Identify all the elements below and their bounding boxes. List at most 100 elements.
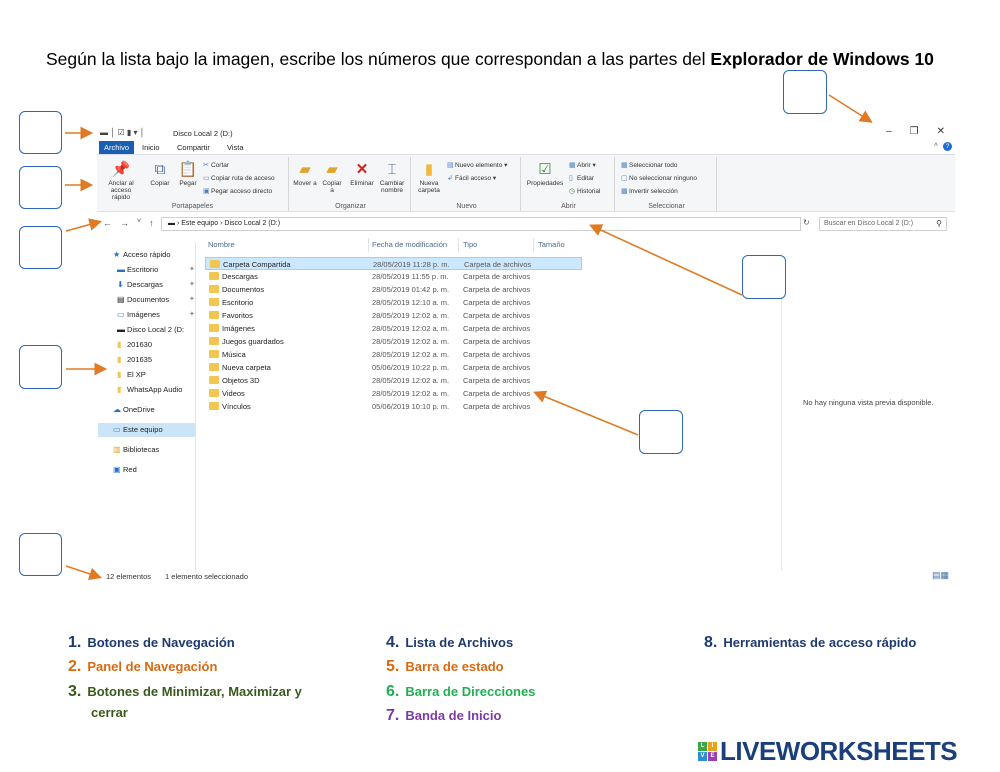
maximize-button[interactable]: ❐	[910, 126, 919, 137]
nav-item-downloads[interactable]: ⬇ Descargas ✦	[117, 280, 195, 289]
column-header-date[interactable]: Fecha de modificación	[372, 240, 447, 249]
address-bar[interactable]: ▬ › Este equipo › Disco Local 2 (D:)	[161, 217, 801, 231]
copy-to-button[interactable]: ▰ Copiar a	[320, 161, 344, 194]
file-date: 05/06/2019 10:10 p. m.	[372, 402, 450, 411]
nav-item-onedrive[interactable]: ☁ OneDrive	[113, 405, 155, 414]
edit-button[interactable]: ▯ Editar	[569, 174, 594, 182]
answer-box-nav-pane[interactable]	[19, 345, 62, 389]
nav-label: Este equipo	[123, 425, 163, 434]
answer-box-nav-buttons[interactable]	[19, 226, 62, 269]
nav-item-network[interactable]: ▣ Red	[113, 465, 137, 474]
answer-box-window-controls[interactable]	[783, 70, 827, 114]
close-button[interactable]: ✕	[937, 126, 945, 137]
select-all-button[interactable]: ▦Seleccionar todo	[621, 161, 677, 169]
column-header-size[interactable]: Tamaño	[538, 240, 565, 249]
file-row[interactable]: Imágenes 28/05/2019 12:02 a. m. Carpeta de…	[205, 322, 582, 335]
file-date: 28/05/2019 12:02 a. m.	[372, 376, 450, 385]
chevron-up-icon[interactable]: ˄	[934, 142, 938, 149]
forward-arrow-icon[interactable]: →	[120, 218, 129, 228]
tab-inicio[interactable]: Inicio	[137, 141, 165, 154]
nav-item-this-pc[interactable]: ▭ Este equipo	[98, 423, 195, 437]
column-divider	[533, 238, 534, 252]
file-type: Carpeta de archivos	[463, 272, 531, 281]
quick-access-toolbar[interactable]: ▬ │ ☑ ▮ ▾ │	[100, 128, 145, 137]
copy-path-button[interactable]: ▭Copiar ruta de acceso	[203, 174, 275, 182]
answer-box-status-bar[interactable]	[19, 533, 62, 576]
up-arrow-icon[interactable]: ↑	[149, 218, 154, 228]
open-button[interactable]: ▦Abrir ▾	[569, 161, 596, 169]
copy-to-icon: ▰	[326, 161, 338, 178]
navigation-pane: ★ Acceso rápido ▬ Escritorio ✦ ⬇ Descargas ✦ …	[97, 242, 195, 572]
folder-icon	[209, 337, 219, 345]
nav-item-201630[interactable]: ▮ 201630	[117, 340, 152, 349]
legend-number: 5.	[386, 658, 400, 675]
shortcut-icon: ▣	[203, 188, 210, 195]
file-row[interactable]: Favoritos 28/05/2019 12:02 a. m. Carpeta d…	[205, 309, 582, 322]
file-row[interactable]: Vínculos 05/06/2019 10:10 p. m. Carpeta de…	[205, 400, 582, 413]
folder-icon: ▮	[117, 385, 122, 394]
tab-archivo[interactable]: Archivo	[99, 141, 135, 154]
file-row[interactable]: Nueva carpeta 05/06/2019 10:22 p. m. Carpe…	[205, 361, 582, 374]
large-icons-view-icon[interactable]: ▦	[940, 570, 949, 580]
answer-box-quick-access[interactable]	[19, 111, 62, 154]
minimize-button[interactable]: –	[886, 126, 892, 137]
copy-button[interactable]: ⧉ Copiar	[147, 161, 173, 187]
answer-box-address-bar[interactable]	[742, 255, 786, 299]
nav-item-libraries[interactable]: ▥ Bibliotecas	[113, 445, 159, 454]
paste-shortcut-button[interactable]: ▣Pegar acceso directo	[203, 187, 272, 195]
computer-icon: ▭	[113, 425, 121, 434]
file-row[interactable]: Música 28/05/2019 12:02 a. m. Carpeta de a…	[205, 348, 582, 361]
easy-access-button[interactable]: ↲ Fácil acceso ▾	[447, 174, 496, 182]
nav-item-201635[interactable]: ▮ 201635	[117, 355, 152, 364]
nav-item-quick-access[interactable]: ★ Acceso rápido	[113, 250, 171, 259]
file-type: Carpeta de archivos	[463, 389, 531, 398]
column-header-name[interactable]: Nombre	[208, 240, 235, 249]
select-none-button[interactable]: ▢No seleccionar ninguno	[621, 174, 697, 182]
nav-label: Escritorio	[127, 265, 159, 274]
legend-item-3-line2: cerrar	[91, 705, 128, 720]
scissors-icon: ✂	[203, 162, 209, 169]
folder-icon: ▮	[117, 355, 122, 364]
column-header-type[interactable]: Tipo	[463, 240, 477, 249]
legend-text: Lista de Archivos	[405, 635, 514, 650]
invert-selection-button[interactable]: ▩Invertir selección	[621, 187, 678, 195]
file-row[interactable]: Objetos 3D 28/05/2019 12:02 a. m. Carpeta …	[205, 374, 582, 387]
answer-box-ribbon[interactable]	[19, 166, 62, 209]
file-row[interactable]: Videos 28/05/2019 12:02 a. m. Carpeta de a…	[205, 387, 582, 400]
paste-button[interactable]: 📋 Pegar	[175, 161, 201, 187]
move-to-button[interactable]: ▰ Mover a	[293, 161, 317, 187]
ribbon-inicio: 📌 Anclar al acceso rápido ⧉ Copiar 📋 Pegar …	[97, 154, 955, 212]
nav-item-desktop[interactable]: ▬ Escritorio ✦	[117, 265, 195, 274]
status-item-count: 12 elementos	[106, 572, 152, 581]
new-item-button[interactable]: ▤Nuevo elemento ▾	[447, 161, 507, 169]
file-row[interactable]: Documentos 28/05/2019 01:42 p. m. Carpeta …	[205, 283, 582, 296]
file-row[interactable]: Carpeta Compartida 28/05/2019 11:28 p. m.…	[205, 257, 582, 270]
new-folder-button[interactable]: ▮ Nueva carpeta	[415, 161, 443, 194]
tab-vista[interactable]: Vista	[222, 141, 249, 154]
help-icon[interactable]: ?	[943, 142, 952, 151]
file-row[interactable]: Descargas 28/05/2019 11:55 p. m. Carpeta d…	[205, 270, 582, 283]
tab-compartir[interactable]: Compartir	[172, 141, 215, 154]
answer-box-file-list[interactable]	[639, 410, 683, 454]
search-input[interactable]: Buscar en Disco Local 2 (D:) ⚲	[819, 217, 947, 231]
file-row[interactable]: Escritorio 28/05/2019 12:10 a. m. Carpeta …	[205, 296, 582, 309]
cut-button[interactable]: ✂ Cortar	[203, 161, 229, 169]
nav-item-whatsapp-audio[interactable]: ▮ WhatsApp Audio	[117, 385, 182, 394]
move-to-label: Mover a	[293, 180, 317, 187]
recent-chevron-icon[interactable]: ˅	[137, 218, 141, 228]
legend-item-1: 1. Botones de Navegación	[68, 634, 235, 652]
image-icon: ▭	[117, 310, 125, 319]
rename-button[interactable]: ⌶ Cambiar nombre	[377, 161, 407, 194]
nav-item-documents[interactable]: ▤ Documentos ✦	[117, 295, 195, 304]
history-button[interactable]: ◷ Historial	[569, 187, 600, 195]
delete-button[interactable]: ✕ Eliminar	[348, 161, 376, 187]
file-row[interactable]: Juegos guardados 28/05/2019 12:02 a. m. Ca…	[205, 335, 582, 348]
nav-item-drive-d[interactable]: ▬ Disco Local 2 (D:	[117, 325, 184, 334]
nav-item-images[interactable]: ▭ Imágenes ✦	[117, 310, 195, 319]
group-label-abrir: Abrir	[561, 203, 576, 210]
pin-quick-access-button[interactable]: 📌 Anclar al acceso rápido	[101, 161, 141, 201]
properties-button[interactable]: ☑ Propiedades	[525, 161, 565, 187]
back-arrow-icon[interactable]: ←	[103, 218, 112, 228]
nav-item-el-xp[interactable]: ▮ El XP	[117, 370, 146, 379]
refresh-icon[interactable]: ↻	[803, 218, 810, 227]
